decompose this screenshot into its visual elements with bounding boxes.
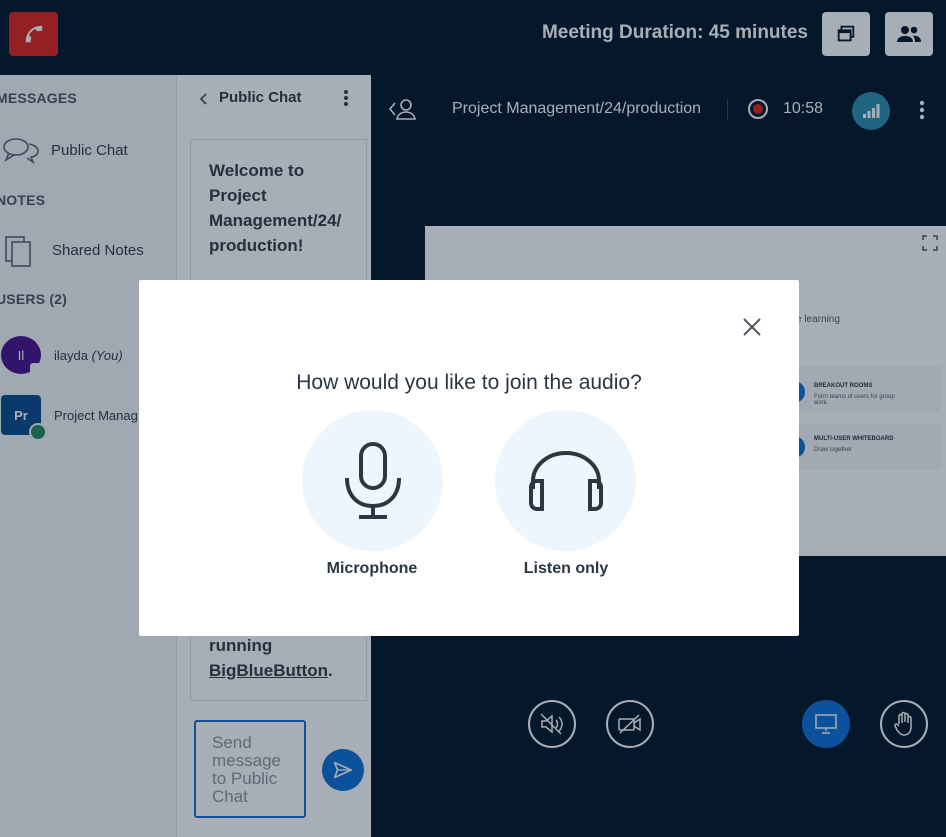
listen-only-option-button[interactable] xyxy=(495,410,636,551)
microphone-label: Microphone xyxy=(326,560,418,577)
modal-title: How would you like to join the audio? xyxy=(296,371,642,394)
audio-join-modal: How would you like to join the audio? Mi… xyxy=(139,280,799,636)
microphone-icon xyxy=(344,441,401,519)
headphones-icon xyxy=(528,450,603,511)
listen-only-label: Listen only xyxy=(523,560,609,577)
close-icon[interactable] xyxy=(740,315,764,339)
microphone-option-button[interactable] xyxy=(302,410,443,551)
